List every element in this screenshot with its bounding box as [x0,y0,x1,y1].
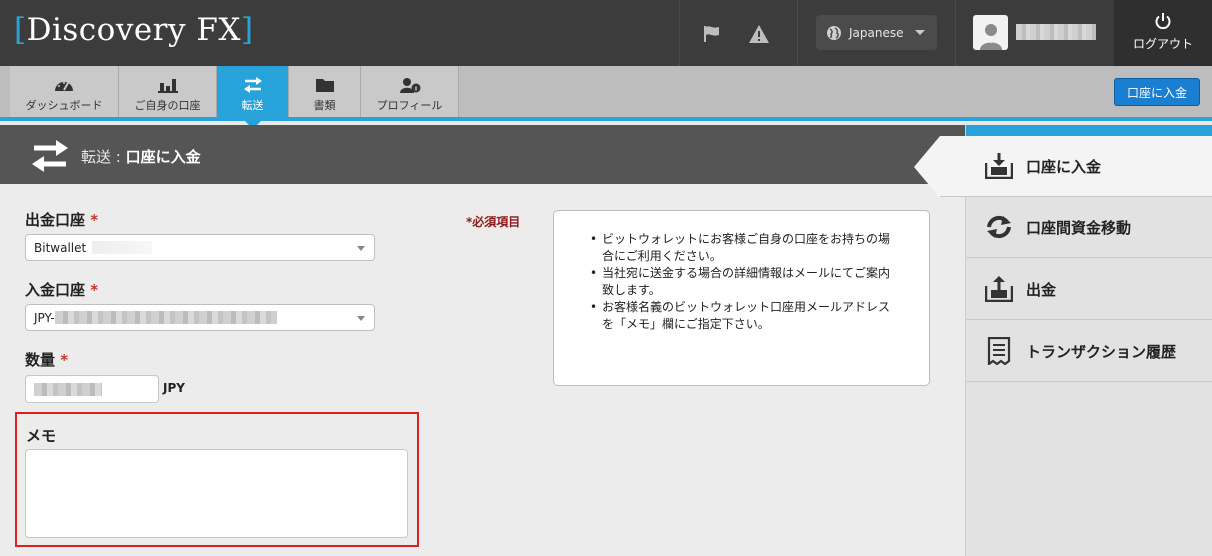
withdraw-icon [984,274,1014,304]
tab-transfer[interactable]: 転送 [217,66,289,129]
chevron-down-icon [357,246,365,251]
power-icon [1154,12,1172,33]
memo-textarea[interactable] [25,449,408,538]
logout-label: ログアウト [1132,37,1193,51]
dashboard-icon [10,77,118,93]
sidebar-item-transaction-history[interactable]: トランザクション履歴 [966,321,1212,382]
logo-text: Discovery FX [26,12,241,48]
language-label: Japanese [849,25,904,40]
flag-icon[interactable] [700,22,724,46]
logo[interactable]: [Discovery FX] [14,12,254,48]
sidebar-item-internal-transfer[interactable]: 口座間資金移動 [966,197,1212,258]
logout-button[interactable]: ログアウト [1114,0,1212,66]
tab-profile[interactable]: プロフィール [361,66,459,117]
chevron-down-icon [915,30,925,35]
memo-section-highlight: メモ [15,412,419,547]
language-select[interactable]: Japanese [816,15,937,50]
warning-icon[interactable] [747,22,771,46]
tab-documents[interactable]: 書類 [289,66,361,117]
sidebar-item-withdraw[interactable]: 出金 [966,259,1212,320]
info-box: ビットウォレットにお客様ご自身の口座をお持ちの場合にご利用ください。 当社宛に送… [553,210,930,386]
sidebar-item-deposit[interactable]: 口座に入金 [914,136,1212,198]
info-item: お客様名義のビットウォレット口座用メールアドレスを「メモ」欄にご指定下さい。 [590,299,899,333]
folder-icon [289,77,360,93]
header-divider [797,0,798,66]
redacted-text [34,382,102,396]
header-divider [679,0,680,66]
info-item: ビットウォレットにお客様ご自身の口座をお持ちの場合にご利用ください。 [590,231,899,265]
withdraw-account-select[interactable]: Bitwallet [25,234,375,261]
withdraw-account-label: 出金口座 * [25,211,99,229]
deposit-button[interactable]: 口座に入金 [1114,78,1200,106]
user-info-icon [361,77,458,93]
tab-own-accounts[interactable]: ご自身の口座 [119,66,217,117]
username-redacted[interactable] [1016,24,1096,40]
page-header: 転送 : 口座に入金 [0,125,965,184]
redacted-text [54,311,277,324]
avatar[interactable] [973,15,1008,50]
header-divider [955,0,956,66]
info-list: ビットウォレットにお客様ご自身の口座をお持ちの場合にご利用ください。 当社宛に送… [590,231,899,333]
sidebar: 口座に入金 口座間資金移動 出金 トランザクション履歴 [914,125,1212,556]
transfer-icon [217,77,288,93]
main-nav: ダッシュボード ご自身の口座 転送 書類 プロフィール 口座に入金 [0,66,1212,129]
deposit-account-label: 入金口座 * [25,281,99,299]
amount-input[interactable] [25,375,159,403]
bar-chart-icon [119,77,216,93]
sidebar-accent [966,125,1212,136]
redacted-text [92,241,153,254]
chevron-down-icon [357,316,365,321]
info-item: 当社宛に送金する場合の詳細情報はメールにてご案内致します。 [590,265,899,299]
deposit-account-select[interactable]: JPY- [25,304,375,331]
page-title: 口座に入金 [125,148,201,166]
deposit-icon [984,151,1014,181]
globe-icon [826,25,842,41]
required-fields-note: *必須項目 [466,215,521,229]
main-content: 出金口座 * Bitwallet *必須項目 入金口座 * JPY- 数量 * … [0,184,965,556]
tab-dashboard[interactable]: ダッシュボード [10,66,119,117]
internal-transfer-icon [984,212,1014,242]
transfer-icon [30,138,70,178]
receipt-icon [984,336,1014,366]
breadcrumb: 転送 : 口座に入金 [81,148,201,166]
memo-label: メモ [26,427,57,445]
amount-unit: JPY [163,381,185,395]
amount-label: 数量 * [25,351,69,369]
top-header: [Discovery FX] Japanese ログアウト [0,0,1212,66]
